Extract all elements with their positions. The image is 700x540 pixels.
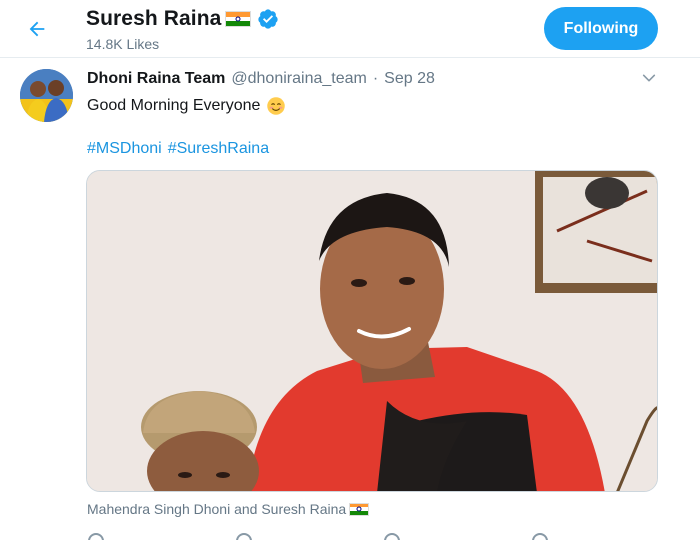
tweet[interactable]: Dhoni Raina Team @dhoniraina_team · Sep …	[0, 59, 700, 540]
page-title: Suresh Raina	[86, 7, 222, 30]
india-flag-icon	[349, 502, 370, 516]
media-caption-text: Mahendra Singh Dhoni and Suresh Raina	[87, 501, 347, 517]
share-icon[interactable]	[532, 533, 548, 540]
retweet-icon[interactable]	[236, 533, 252, 540]
media-caption: Mahendra Singh Dhoni and Suresh Raina	[87, 501, 370, 517]
separator-dot: ·	[372, 70, 379, 87]
avatar[interactable]	[20, 69, 73, 122]
hashtags: #MSDhoni #SureshRaina	[87, 140, 269, 158]
tweet-text: Good Morning Everyone	[87, 96, 286, 116]
back-button[interactable]	[18, 10, 56, 48]
author-name[interactable]: Dhoni Raina Team	[87, 70, 225, 88]
reply-icon[interactable]	[88, 533, 104, 540]
tweet-text-content: Good Morning Everyone	[87, 97, 261, 114]
hashtag-link[interactable]: #SureshRaina	[168, 140, 269, 158]
arrow-left-icon	[29, 21, 45, 37]
author-handle[interactable]: @dhoniraina_team	[231, 70, 366, 88]
tweet-photo[interactable]	[86, 170, 658, 492]
india-flag-icon	[225, 11, 252, 27]
smiling-face-icon	[267, 97, 286, 115]
tweet-actions	[86, 530, 586, 540]
tweet-date[interactable]: Sep 28	[384, 70, 435, 88]
title-block: Suresh Raina 14.8K Likes	[86, 7, 279, 52]
chevron-down-icon	[642, 74, 656, 82]
likes-count: 14.8K Likes	[86, 36, 160, 52]
verified-badge-icon	[258, 9, 279, 29]
profile-header: Suresh Raina 14.8K Likes Following	[0, 0, 700, 58]
like-icon[interactable]	[384, 533, 400, 540]
tweet-menu-button[interactable]	[638, 67, 660, 89]
hashtag-link[interactable]: #MSDhoni	[87, 140, 162, 158]
following-button[interactable]: Following	[544, 7, 658, 50]
tweet-author-row: Dhoni Raina Team @dhoniraina_team · Sep …	[87, 70, 435, 88]
